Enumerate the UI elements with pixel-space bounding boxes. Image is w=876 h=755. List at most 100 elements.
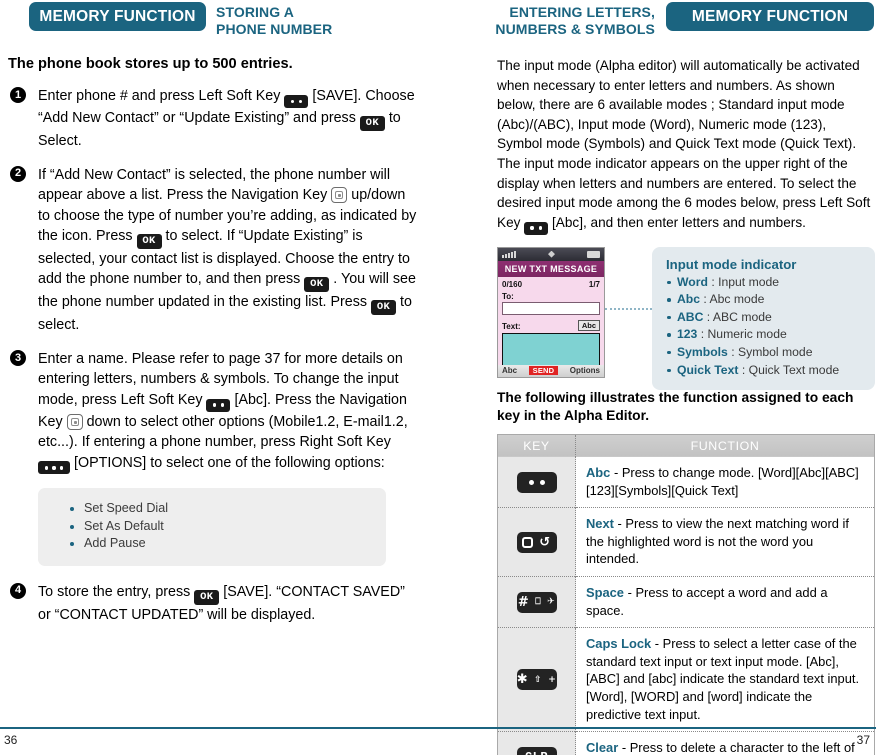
table-cell-function: Caps Lock - Press to select a letter cas… [575,627,875,732]
right-intro-paragraph: The input mode (Alpha editor) will autom… [497,56,875,235]
network-diamond-icon [548,250,555,258]
header-pill-left-label: MEMORY FUNCTION [39,7,196,25]
indicator-mode: Abc [677,292,701,307]
step-4-number: 4 [10,582,26,599]
indicator-desc: : Numeric mode [700,327,787,342]
table-row: Abc - Press to change mode. [Word][Abc][… [497,457,875,508]
table-header: KEY FUNCTION [497,434,875,458]
indicator-desc: : Symbol mode [731,344,813,359]
indicator-desc: : Quick Text mode [741,362,840,377]
table-function-name: Abc [586,465,611,481]
step-4-text: To store the entry, press OK [SAVE]. “CO… [38,582,418,625]
table-header-row: KEY FUNCTION [497,434,875,458]
left-soft-key-icon [206,398,231,412]
indicator-desc: : ABC mode [706,309,772,324]
table-cell-key: # ⎕ ✈ [497,576,576,628]
header-subtitle-right: ENTERING LETTERS, NUMBERS & SYMBOLS [463,4,655,37]
phone-to-input[interactable] [502,302,600,316]
table-function-desc: - Press to delete a character to the lef… [621,740,855,755]
phone-counters: 0/160 1/7 [502,280,600,289]
indicator-list: Word : Input mode Abc : Abc mode ABC : A… [666,274,863,380]
footer-rule [0,727,876,729]
phone-to-label: To: [502,292,514,302]
header-subtitle-left: STORING A PHONE NUMBER [216,4,332,37]
left-soft-key-icon [284,94,309,108]
indicator-title: Input mode indicator [666,256,797,272]
ok-key-icon: OK [359,115,385,131]
step-3-part3: down to select other options (Mobile1.2,… [38,413,408,451]
indicator-desc: : Abc mode [703,292,765,307]
ok-key-icon: OK [136,233,162,249]
table-row: CLR Clear - Press to delete a character … [497,731,875,755]
phone-status-bar [498,247,604,261]
options-box: Set Speed Dial Set As Default Add Pause [38,488,386,566]
phone-softkey-send[interactable]: SEND [528,366,559,376]
indicator-mode: Quick Text [677,362,739,377]
step-2-text: If “Add New Contact” is selected, the ph… [38,165,418,335]
hash-space-key-icon: # ⎕ ✈ [516,591,557,613]
left-column: The phone book stores up to 500 entries.… [8,56,418,639]
manual-page: MEMORY FUNCTION STORING A PHONE NUMBER E… [0,0,876,755]
key-function-table: KEY FUNCTION Abc - Press to change mode.… [497,433,875,755]
step-1-part1: Enter phone # and press Left Soft Key [38,88,281,104]
step-3: 3 Enter a name. Please refer to page 37 … [8,349,418,475]
table-row: ↺ Next - Press to view the next matching… [497,507,875,577]
table-header-key: KEY [497,434,576,458]
indicator-list-item: Word : Input mode [666,274,863,292]
step-2-number: 2 [10,165,26,182]
star-shift-key-icon: ✱ ⇧ + [516,669,557,691]
table-cell-key: ✱ ⇧ + [497,627,576,732]
table-cell-function: Abc - Press to change mode. [Word][Abc][… [576,457,875,508]
header-subtitle-right-line1: ENTERING LETTERS, [509,4,655,20]
table-lead-text: The following illustrates the function a… [497,389,854,423]
phone-text-row: Text: Abc [502,319,600,331]
indicator-mode: ABC [677,309,704,324]
signal-bars-icon [502,250,516,258]
header-pill-right: MEMORY FUNCTION [666,2,874,31]
step-4-part1: To store the entry, press [38,583,191,600]
step-1-number: 1 [10,87,26,103]
table-function-name: Next [586,516,614,532]
navigation-key-icon [331,187,348,204]
header-pill-right-label: MEMORY FUNCTION [691,7,849,25]
step-3-text: Enter a name. Please refer to page 37 fo… [38,349,418,475]
indicator-mode: 123 [677,327,698,342]
table-function-desc: - Press to view the next matching word i… [586,516,849,567]
table-cell-key [497,457,576,508]
indicator-mode: Symbols [677,344,728,359]
next-key-icon: ↺ [516,531,557,553]
navigation-key-icon [66,413,83,430]
ok-key-icon: OK [371,299,397,315]
step-1: 1 Enter phone # and press Left Soft Key … [8,86,418,151]
phone-mode-badge: Abc [577,319,600,331]
battery-icon [587,250,600,258]
step-4: 4 To store the entry, press OK [SAVE]. “… [8,582,418,625]
table-function-name: Clear [586,740,619,755]
figure-row: NEW TXT MESSAGE 0/160 1/7 To: Text: Abc … [497,246,875,391]
page-number-right: 37 [856,733,870,747]
left-lead-text: The phone book stores up to 500 entries. [8,56,293,72]
indicator-list-item: 123 : Numeric mode [666,326,863,344]
table-function-name: Caps Lock [586,636,652,652]
phone-page-count: 1/7 [588,280,600,290]
right-intro-part2: [Abc], and then enter letters and number… [552,214,806,230]
phone-softkey-bar: Abc SEND Options [498,365,604,377]
table-body: Abc - Press to change mode. [Word][Abc][… [497,457,875,755]
step-3-number: 3 [10,350,26,367]
table-cell-function: Space - Press to accept a word and add a… [575,576,875,628]
indicator-mode: Word [677,274,708,289]
header-subtitle-left-line1: STORING A [216,4,294,20]
indicator-list-item: Symbols : Symbol mode [666,344,863,362]
phone-screen-body: 0/160 1/7 To: Text: Abc Abc SEND Options [498,277,604,377]
phone-softkey-right[interactable]: Options [570,366,600,375]
ok-key-icon: OK [304,276,330,292]
phone-softkey-left[interactable]: Abc [502,366,517,375]
step-1-text: Enter phone # and press Left Soft Key [S… [38,86,418,151]
soft-key-two-dot-icon [516,471,557,493]
header-pill-left: MEMORY FUNCTION [29,2,206,31]
phone-text-label: Text: [502,322,521,332]
options-list-item: Set Speed Dial [70,500,370,518]
right-intro-part1: The input mode (Alpha editor) will autom… [497,58,871,230]
options-list-item: Add Pause [70,535,370,553]
phone-char-count: 0/160 [502,280,523,290]
